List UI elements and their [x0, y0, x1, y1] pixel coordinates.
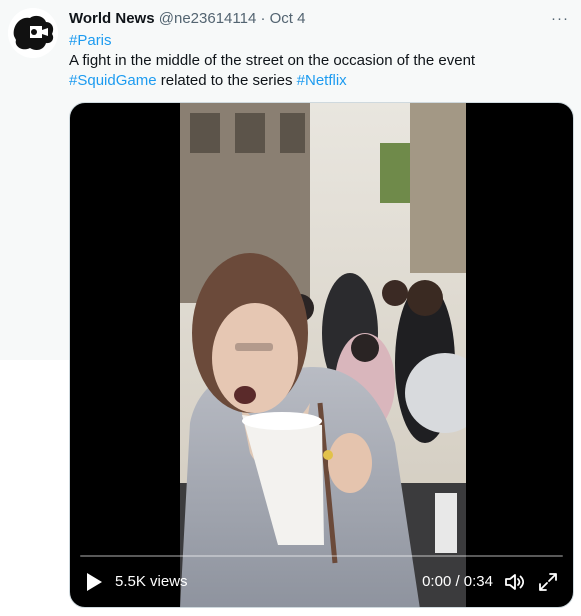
tweet-text-line: A fight in the middle of the street on t… — [69, 52, 476, 69]
hashtag-paris[interactable]: #Paris — [69, 32, 112, 49]
play-button[interactable] — [84, 571, 104, 593]
video-controls: 5.5K views 0:00 / 0:34 — [70, 557, 573, 607]
separator-dot: · — [260, 10, 266, 27]
avatar[interactable] — [8, 8, 58, 58]
tweet-text: #Paris A fight in the middle of the stre… — [69, 31, 569, 91]
more-options-button[interactable]: ··· — [549, 8, 571, 28]
tweet-header: World News @ne23614114 · Oct 4 — [69, 10, 541, 28]
author-handle[interactable]: @ne23614114 — [159, 10, 257, 27]
tweet-text-fragment: related to the series — [156, 72, 297, 89]
view-count: 5.5K views — [115, 573, 188, 590]
hashtag-squidgame[interactable]: #SquidGame — [69, 72, 157, 89]
author-display-name[interactable]: World News — [69, 10, 155, 27]
more-options-icon: ··· — [551, 9, 569, 27]
volume-button[interactable] — [503, 571, 525, 593]
video-frame[interactable] — [180, 103, 466, 607]
hashtag-netflix[interactable]: #Netflix — [297, 72, 347, 89]
fullscreen-button[interactable] — [537, 571, 559, 593]
video-player[interactable]: 5.5K views 0:00 / 0:34 — [69, 102, 574, 608]
logo-avatar-icon — [8, 8, 58, 58]
play-icon — [87, 573, 102, 591]
video-time: 0:00 / 0:34 — [422, 573, 493, 590]
fullscreen-icon — [539, 573, 557, 591]
tweet-date[interactable]: Oct 4 — [270, 10, 306, 27]
volume-icon — [505, 574, 525, 590]
